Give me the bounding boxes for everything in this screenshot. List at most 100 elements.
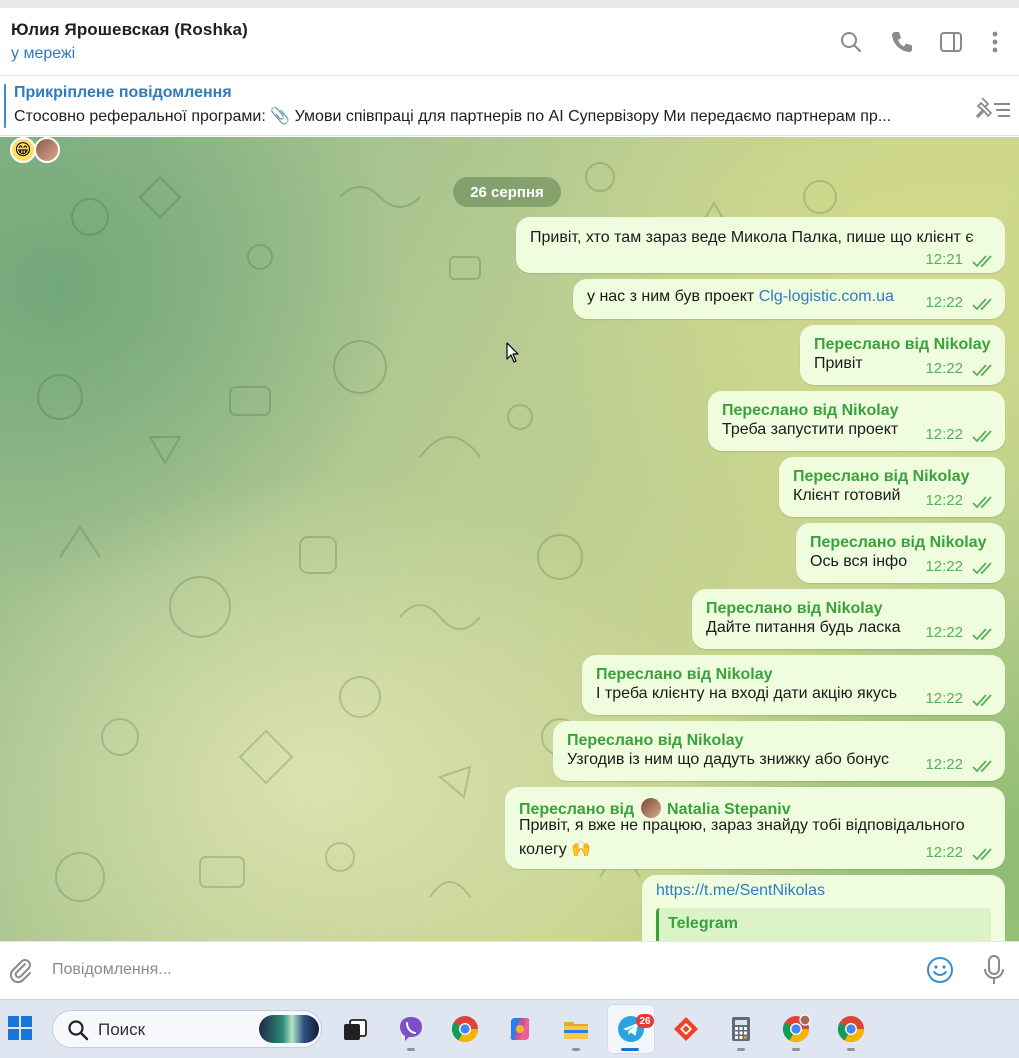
message-text-line1: Привіт, я вже не працюю, зараз знайду то… — [519, 817, 965, 834]
file-explorer-icon[interactable] — [559, 1012, 593, 1046]
search-label: Поиск — [98, 1020, 146, 1039]
running-indicator — [572, 1048, 580, 1051]
search-icon[interactable] — [838, 29, 864, 55]
forwarded-name: Natalia Stepaniv — [667, 801, 791, 818]
message-time: 12:22 — [925, 360, 963, 377]
link-message[interactable]: https://t.me/SentNikolas Telegram — [642, 875, 1005, 941]
link-preview[interactable]: Telegram — [656, 908, 991, 941]
forwarded-from[interactable]: Переслано від Nikolay — [814, 336, 991, 354]
reactions-row[interactable]: 😁 — [10, 137, 60, 163]
anydesk-icon[interactable] — [669, 1012, 703, 1046]
mouse-cursor-icon — [506, 342, 519, 363]
grin-emoji-icon: 😁 — [10, 137, 36, 163]
copilot-icon[interactable] — [503, 1012, 537, 1046]
double-check-icon — [972, 760, 992, 773]
message-text: Ось вся інфо — [810, 553, 908, 570]
forwarded-message[interactable]: Переслано від Nikolay Ось вся інфо 12:22 — [796, 523, 1005, 583]
active-indicator — [621, 1048, 639, 1051]
forwarded-from[interactable]: Переслано від Nikolay — [793, 468, 970, 486]
message-text-line2: колегу 🙌 — [519, 841, 592, 858]
double-check-icon — [972, 562, 992, 575]
forwarded-message[interactable]: Переслано від Natalia Stepaniv Привіт, я… — [505, 787, 1005, 869]
forwarded-message[interactable]: Переслано від Nikolay Привіт 12:22 — [800, 325, 1005, 385]
viber-icon[interactable] — [394, 1012, 428, 1046]
double-check-icon — [972, 364, 992, 377]
message-text: Дайте питання будь ласка — [706, 619, 901, 636]
search-icon — [68, 1020, 89, 1041]
message-time: 12:22 — [925, 756, 963, 773]
forwarded-message[interactable]: Переслано від Nikolay І треба клієнту на… — [582, 655, 1005, 715]
date-separator: 26 серпня — [453, 177, 561, 207]
chrome-profile-icon[interactable] — [779, 1012, 813, 1046]
forwarded-from[interactable]: Переслано від Natalia Stepaniv — [519, 798, 791, 819]
microphone-icon[interactable] — [982, 954, 1006, 986]
unread-badge: 26 — [636, 1014, 654, 1028]
task-view-icon[interactable] — [338, 1012, 372, 1046]
message-input[interactable] — [52, 956, 892, 984]
forwarded-from[interactable]: Переслано від Nikolay — [722, 402, 899, 420]
forwarded-message[interactable]: Переслано від Nikolay Дайте питання будь… — [692, 589, 1005, 649]
chat-status: у мережі — [11, 45, 76, 62]
message-text: Клієнт готовий — [793, 487, 901, 504]
forwarded-from[interactable]: Переслано від Nikolay — [706, 600, 883, 618]
phone-icon[interactable] — [889, 29, 915, 55]
avatar — [640, 798, 661, 818]
forwarded-from[interactable]: Переслано від Nikolay — [567, 732, 744, 750]
running-indicator — [847, 1048, 855, 1051]
chat-title[interactable]: Юлия Ярошевская (Roshka) — [11, 20, 248, 40]
double-check-icon — [972, 255, 992, 268]
pinned-message-bar[interactable]: Прикріплене повідомлення Стосовно рефера… — [0, 77, 1019, 136]
double-check-icon — [972, 430, 992, 443]
taskbar-search[interactable]: Поиск — [52, 1010, 322, 1048]
search-highlight-image — [259, 1015, 319, 1043]
double-check-icon — [972, 848, 992, 861]
window-top-strip — [0, 0, 1019, 8]
double-check-icon — [972, 496, 992, 509]
forwarded-from[interactable]: Переслано від Nikolay — [596, 666, 773, 684]
message-text: Треба запустити проект — [722, 421, 899, 438]
message-text: Узгодив із ним що дадуть знижку або бону… — [567, 751, 889, 768]
forwarded-from[interactable]: Переслано від Nikolay — [810, 534, 987, 552]
message-time: 12:21 — [925, 251, 963, 268]
message-time: 12:22 — [925, 426, 963, 443]
pinned-accent-bar — [4, 84, 6, 128]
message-composer — [0, 941, 1019, 999]
double-check-icon — [972, 298, 992, 311]
message-time: 12:22 — [925, 492, 963, 509]
message-text: Привіт, хто там зараз веде Микола Палка,… — [530, 229, 974, 246]
running-indicator — [792, 1048, 800, 1051]
double-check-icon — [972, 628, 992, 641]
message-time: 12:22 — [925, 690, 963, 707]
forwarded-message[interactable]: Переслано від Nikolay Узгодив із ним що … — [553, 721, 1005, 781]
message-time: 12:22 — [925, 558, 963, 575]
windows-start-icon[interactable] — [6, 1014, 34, 1042]
paperclip-icon[interactable] — [6, 956, 34, 984]
message-bubble[interactable]: у нас з ним був проект Clg-logistic.com.… — [573, 279, 1005, 319]
running-indicator — [407, 1048, 415, 1051]
pin-list-icon[interactable] — [974, 94, 1012, 120]
message-bubble[interactable]: Привіт, хто там зараз веде Микола Палка,… — [516, 217, 1005, 273]
link-preview-title: Telegram — [668, 915, 738, 932]
message-time: 12:22 — [925, 844, 963, 861]
chat-area[interactable]: 😁 26 серпня Привіт, хто там зараз веде М… — [0, 137, 1019, 941]
running-indicator — [737, 1048, 745, 1051]
avatar — [34, 137, 60, 163]
forwarded-message[interactable]: Переслано від Nikolay Клієнт готовий 12:… — [779, 457, 1005, 517]
emoji-icon[interactable] — [926, 956, 954, 984]
message-link[interactable]: https://t.me/SentNikolas — [656, 882, 825, 900]
message-text: І треба клієнту на вході дати акцію якус… — [596, 685, 898, 702]
sidebar-toggle-icon[interactable] — [938, 29, 964, 55]
message-text: у нас з ним був проект Clg-logistic.com.… — [587, 288, 894, 305]
pinned-text: Стосовно реферальної програми: 📎 Умови с… — [14, 108, 892, 125]
message-link[interactable]: Clg-logistic.com.ua — [759, 288, 894, 305]
chrome-icon[interactable] — [448, 1012, 482, 1046]
message-time: 12:22 — [925, 624, 963, 641]
windows-taskbar: Поиск 26 — [0, 999, 1019, 1058]
message-text: Привіт — [814, 355, 863, 372]
forwarded-message[interactable]: Переслано від Nikolay Треба запустити пр… — [708, 391, 1005, 451]
calculator-icon[interactable] — [724, 1012, 758, 1046]
more-vertical-icon[interactable] — [982, 29, 1008, 55]
message-time: 12:22 — [925, 294, 963, 311]
double-check-icon — [972, 694, 992, 707]
chrome-icon[interactable] — [834, 1012, 868, 1046]
